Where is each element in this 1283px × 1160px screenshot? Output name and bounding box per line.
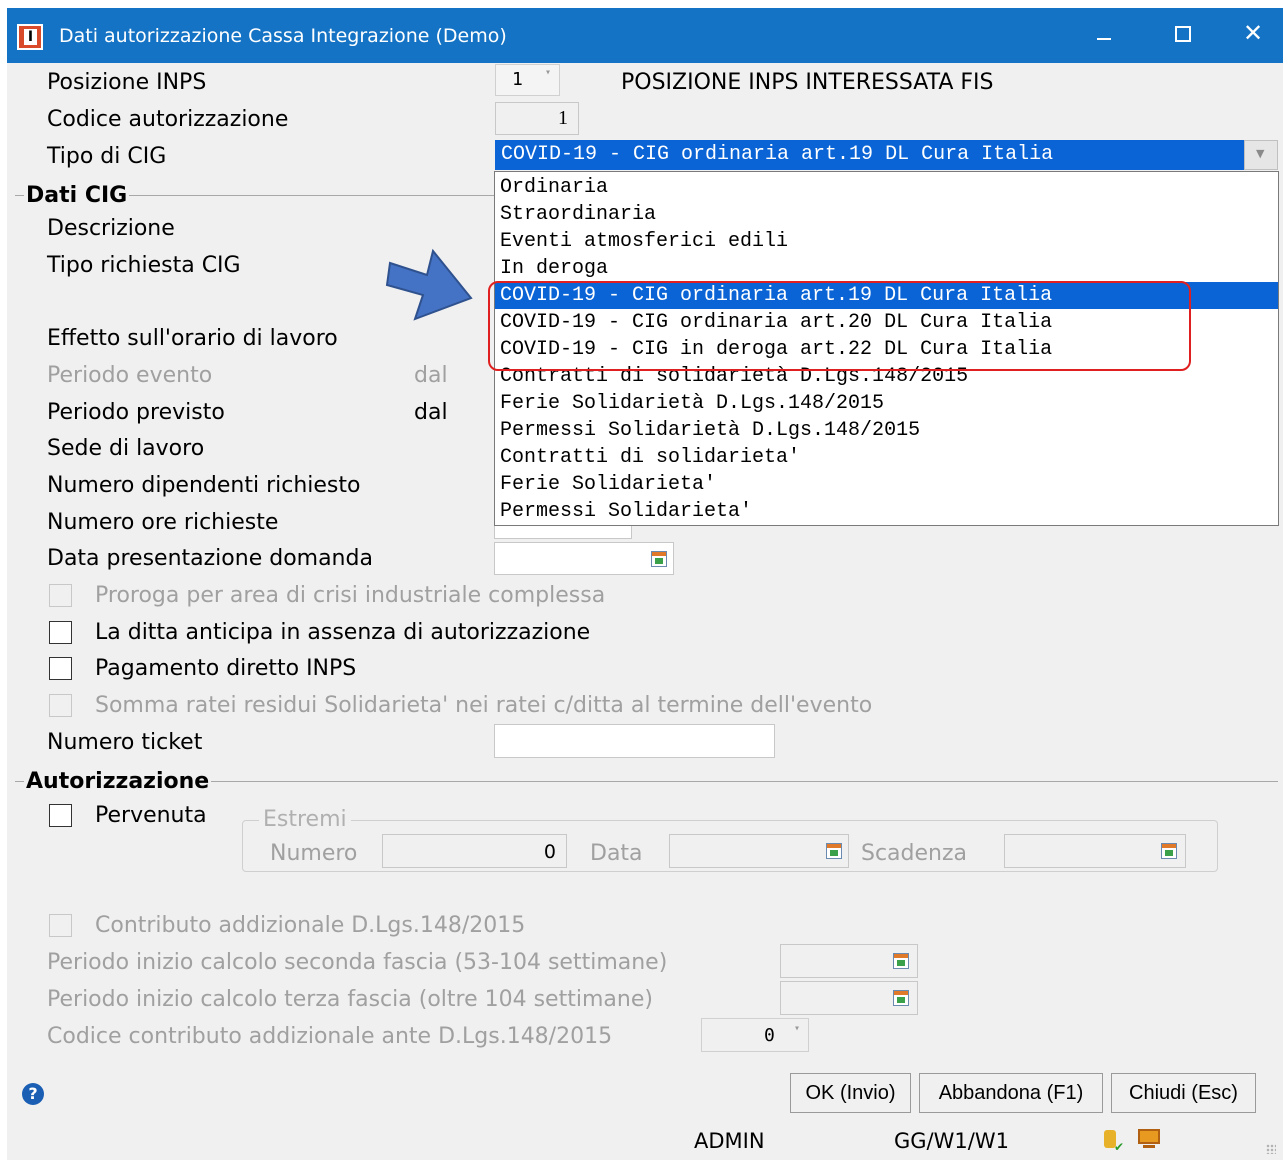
- computer-icon: [1138, 1129, 1160, 1144]
- tipo-cig-label: Tipo di CIG: [47, 144, 167, 169]
- posizione-inps-value: 1: [512, 69, 523, 90]
- tipo-cig-selected-value: COVID-19 - CIG ordinaria art.19 DL Cura …: [501, 143, 1054, 166]
- dropdown-option[interactable]: Eventi atmosferici edili: [495, 228, 1278, 255]
- sede-lavoro-label: Sede di lavoro: [47, 436, 205, 461]
- numero-ticket-label: Numero ticket: [47, 730, 203, 755]
- computer-base: [1143, 1145, 1155, 1148]
- dropdown-option[interactable]: Ferie Solidarieta': [495, 471, 1278, 498]
- seconda-fascia-label: Periodo inizio calcolo seconda fascia (5…: [47, 950, 668, 975]
- numero-value: 0: [543, 841, 556, 863]
- pervenuta-label: Pervenuta: [95, 803, 207, 828]
- contributo-addizionale-checkbox: [49, 914, 72, 937]
- tipo-richiesta-label: Tipo richiesta CIG: [47, 253, 241, 278]
- pervenuta-checkbox[interactable]: [49, 804, 72, 827]
- check-icon: ✔: [1114, 1140, 1125, 1154]
- dropdown-option[interactable]: Permessi Solidarieta': [495, 498, 1278, 525]
- data-label: Data: [590, 841, 643, 866]
- data-presentazione-field[interactable]: [494, 542, 674, 575]
- dropdown-option[interactable]: Straordinaria: [495, 201, 1278, 228]
- status-user: ADMIN: [694, 1129, 765, 1153]
- app-icon-letter: I: [24, 29, 37, 45]
- numero-ticket-field[interactable]: [494, 724, 775, 758]
- help-icon[interactable]: ?: [22, 1083, 44, 1105]
- calendar-icon: [826, 843, 842, 859]
- chevron-down-icon: ▾: [544, 67, 551, 78]
- dropdown-option[interactable]: Ordinaria: [495, 174, 1278, 201]
- terza-fascia-label: Periodo inizio calcolo terza fascia (olt…: [47, 987, 653, 1012]
- codice-ante-value: 0: [764, 1025, 775, 1046]
- ok-button[interactable]: OK (Invio): [790, 1073, 911, 1113]
- somma-ratei-label: Somma ratei residui Solidarieta' nei rat…: [95, 693, 873, 718]
- calendar-icon[interactable]: [651, 551, 667, 567]
- scadenza-label: Scadenza: [861, 841, 968, 866]
- numero-ore-label: Numero ore richieste: [47, 510, 279, 535]
- proroga-label: Proroga per area di crisi industriale co…: [95, 583, 606, 608]
- tipo-cig-dropdown-button[interactable]: ▼: [1244, 140, 1278, 170]
- codice-autorizzazione-value: 1: [558, 107, 568, 129]
- periodo-evento-label: Periodo evento: [47, 363, 213, 388]
- codice-autorizzazione-field: 1: [495, 102, 579, 135]
- periodo-evento-dal-label: dal: [414, 363, 448, 388]
- pagamento-diretto-label: Pagamento diretto INPS: [95, 656, 357, 681]
- numero-label: Numero: [270, 841, 358, 866]
- app-icon[interactable]: I: [17, 24, 43, 50]
- numero-ore-field[interactable]: [494, 525, 632, 539]
- autorizzazione-section-title: Autorizzazione: [24, 769, 212, 794]
- proroga-checkbox: [49, 584, 72, 607]
- pagamento-diretto-checkbox[interactable]: [49, 657, 72, 680]
- title-bar: I Dati autorizzazione Cassa Integrazione…: [7, 8, 1283, 63]
- close-icon[interactable]: ✕: [1243, 18, 1263, 48]
- resize-grip[interactable]: [1266, 1144, 1276, 1154]
- maximize-icon[interactable]: [1175, 26, 1191, 42]
- ditta-anticipa-label: La ditta anticipa in assenza di autorizz…: [95, 620, 591, 645]
- arrow-annotation: [385, 248, 473, 321]
- effetto-orario-label: Effetto sull'orario di lavoro: [47, 326, 338, 351]
- dropdown-option[interactable]: Ferie Solidarietà D.Lgs.148/2015: [495, 390, 1278, 417]
- data-field: [669, 834, 849, 868]
- periodo-previsto-dal-label: dal: [414, 400, 448, 425]
- codice-ante-label: Codice contributo addizionale ante D.Lgs…: [47, 1024, 613, 1049]
- posizione-inps-spinner[interactable]: 1 ▾: [495, 64, 560, 96]
- posizione-inps-description: POSIZIONE INPS INTERESSATA FIS: [621, 70, 994, 95]
- chiudi-button[interactable]: Chiudi (Esc): [1111, 1073, 1256, 1113]
- calendar-icon: [1161, 843, 1177, 859]
- scadenza-field: [1004, 834, 1186, 868]
- numero-field: 0: [382, 834, 567, 868]
- seconda-fascia-field: [780, 944, 918, 978]
- data-presentazione-label: Data presentazione domanda: [47, 546, 373, 571]
- dropdown-option[interactable]: Permessi Solidarietà D.Lgs.148/2015: [495, 417, 1278, 444]
- window-title: Dati autorizzazione Cassa Integrazione (…: [59, 25, 507, 47]
- minimize-icon[interactable]: [1097, 38, 1111, 40]
- dropdown-option[interactable]: In deroga: [495, 255, 1278, 282]
- terza-fascia-field: [780, 981, 918, 1015]
- ditta-anticipa-checkbox[interactable]: [49, 621, 72, 644]
- somma-ratei-checkbox: [49, 694, 72, 717]
- dropdown-option[interactable]: Contratti di solidarieta': [495, 444, 1278, 471]
- descrizione-label: Descrizione: [47, 216, 175, 241]
- dati-cig-section-title: Dati CIG: [24, 183, 130, 208]
- periodo-previsto-label: Periodo previsto: [47, 400, 225, 425]
- codice-ante-spinner: 0 ▾: [701, 1018, 809, 1052]
- codice-autorizzazione-label: Codice autorizzazione: [47, 107, 289, 132]
- highlight-box: [488, 281, 1191, 371]
- calendar-icon: [893, 990, 909, 1006]
- posizione-inps-label: Posizione INPS: [47, 70, 207, 95]
- tipo-cig-select[interactable]: COVID-19 - CIG ordinaria art.19 DL Cura …: [495, 140, 1278, 170]
- estremi-legend: Estremi: [259, 807, 351, 832]
- chevron-down-icon: ▼: [1256, 147, 1265, 160]
- calendar-icon: [893, 953, 909, 969]
- status-path: GG/W1/W1: [894, 1129, 1009, 1153]
- chevron-down-icon: ▾: [793, 1023, 800, 1034]
- abbandona-button[interactable]: Abbandona (F1): [919, 1073, 1103, 1113]
- numero-dipendenti-label: Numero dipendenti richiesto: [47, 473, 361, 498]
- contributo-addizionale-label: Contributo addizionale D.Lgs.148/2015: [95, 913, 526, 938]
